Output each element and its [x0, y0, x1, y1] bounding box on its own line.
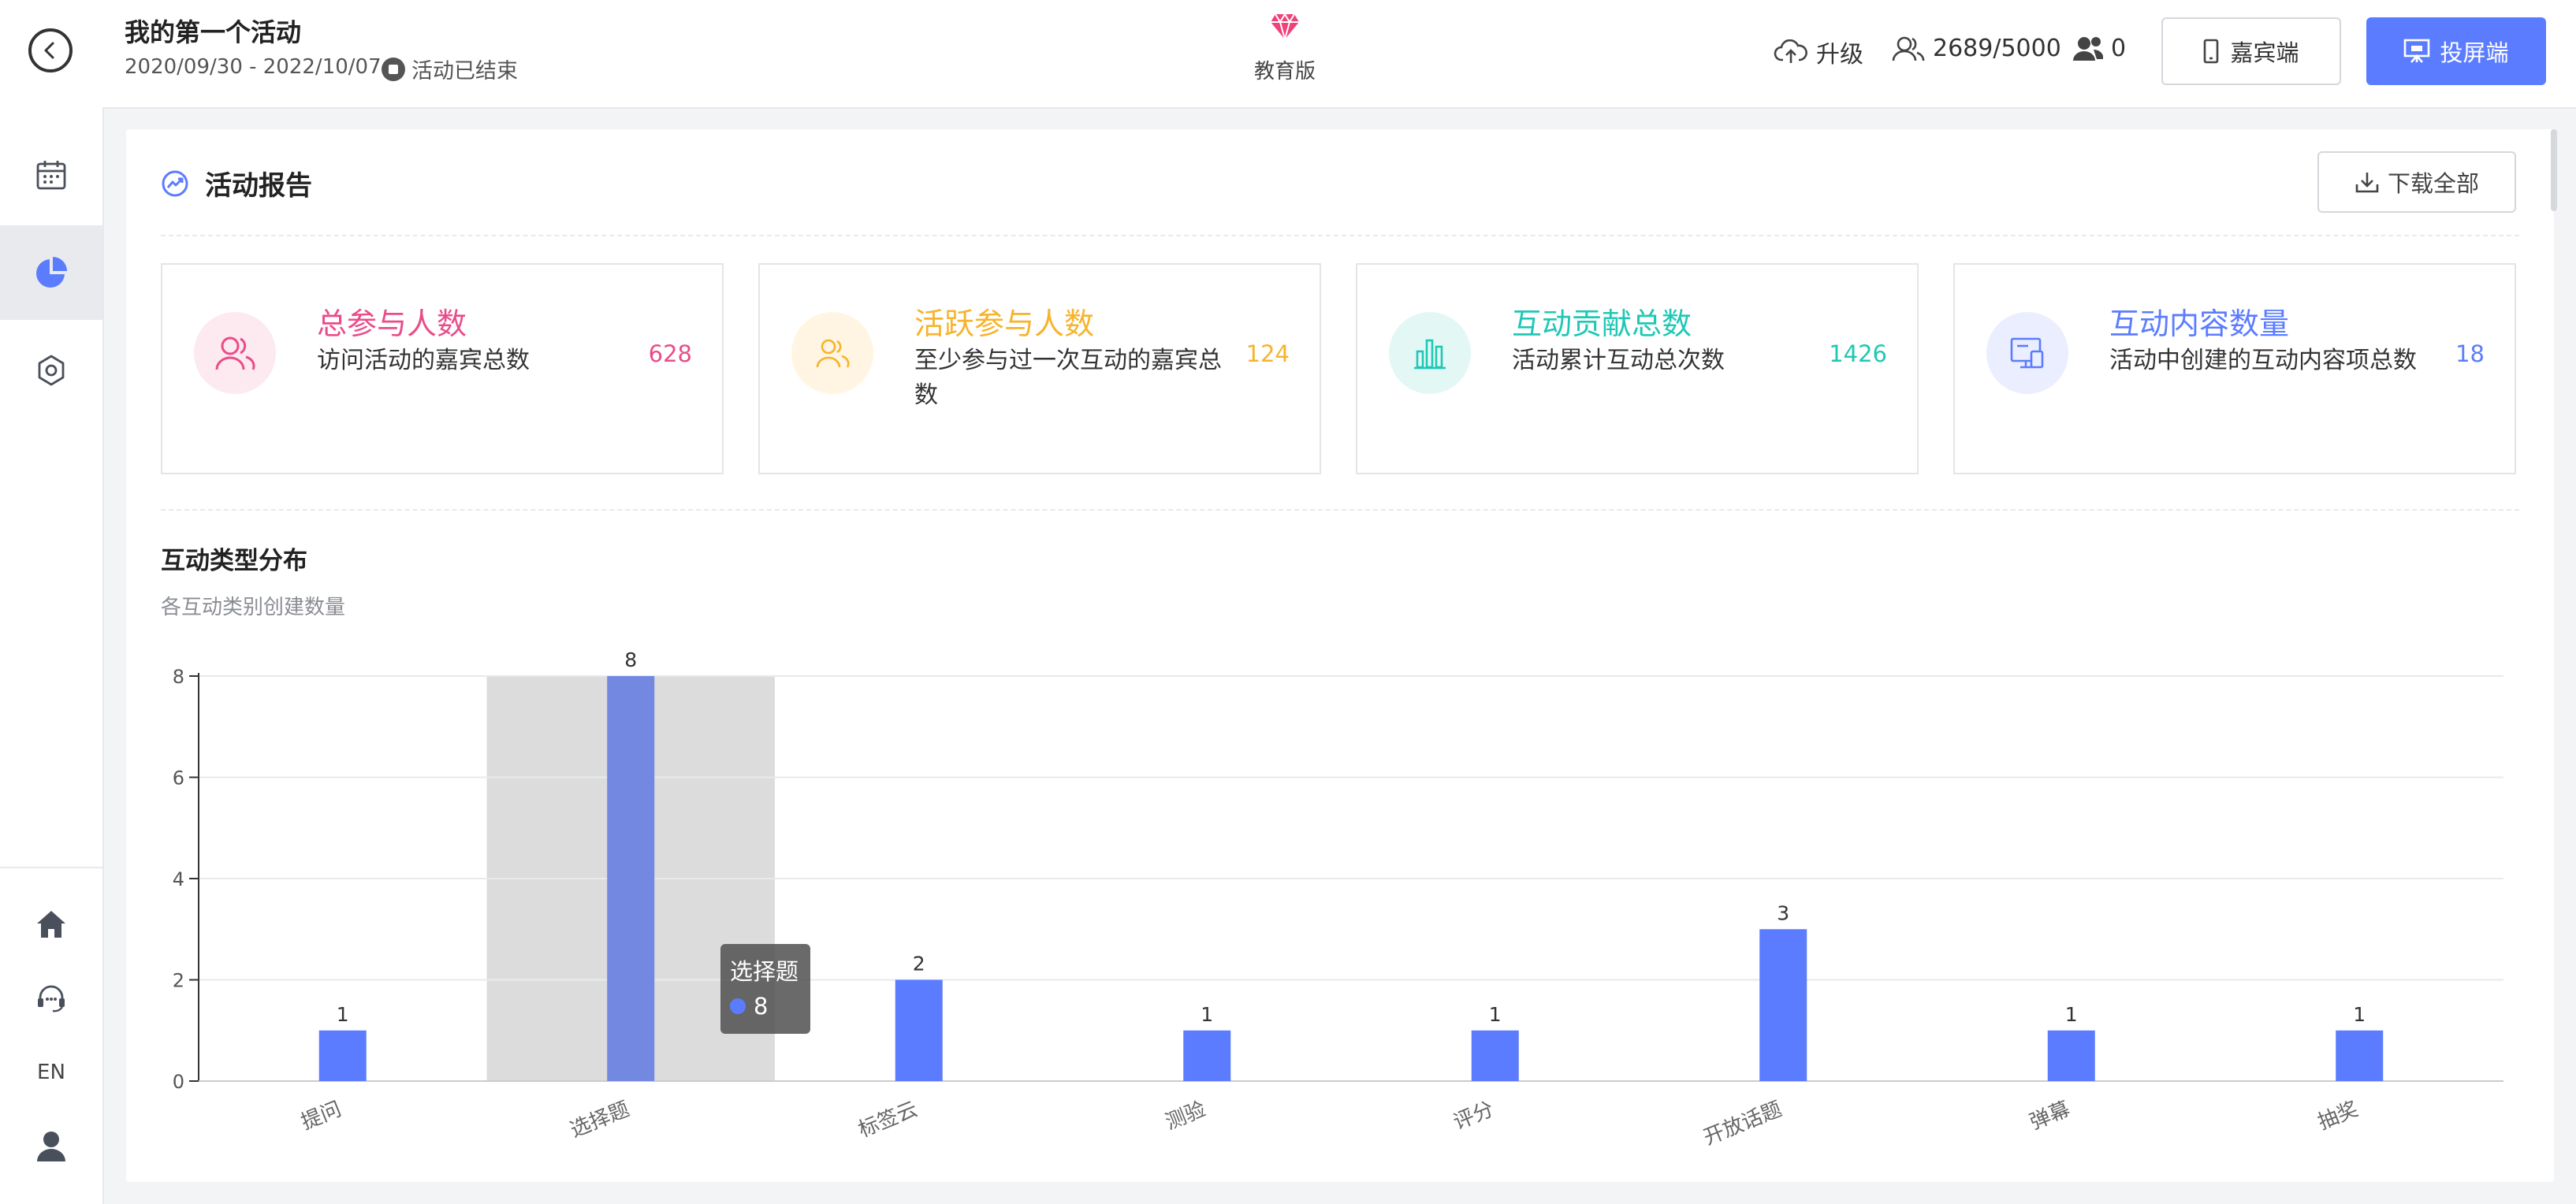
bar-value-label: 8: [624, 648, 637, 671]
bar-value-label: 1: [337, 1003, 349, 1026]
bar-value-label: 1: [1489, 1003, 1502, 1026]
bar: [1183, 1030, 1231, 1081]
bar: [2047, 1030, 2095, 1081]
bar: [318, 1030, 367, 1081]
bar: [1471, 1030, 1519, 1081]
bar: [1759, 929, 1807, 1081]
bar-value-label: 1: [2353, 1003, 2366, 1026]
y-tick-label: 8: [173, 666, 184, 688]
tooltip-label: 选择题: [730, 958, 799, 985]
bar-value-label: 1: [1201, 1003, 1213, 1026]
x-tick-label: 标签云: [855, 1098, 921, 1143]
bar: [2336, 1030, 2384, 1081]
tooltip-value: 8: [754, 993, 769, 1020]
series-dot: [730, 998, 746, 1014]
y-tick-label: 0: [173, 1071, 184, 1093]
x-tick-label: 开放话题: [1700, 1098, 1785, 1150]
x-tick-label: 提问: [298, 1098, 344, 1135]
x-tick-label: 抽奖: [2314, 1098, 2361, 1135]
bar-value-label: 3: [1777, 901, 1789, 924]
y-tick-label: 6: [173, 767, 184, 790]
x-tick-label: 测验: [1162, 1098, 1208, 1135]
bar-value-label: 1: [2065, 1003, 2078, 1026]
bar: [895, 979, 943, 1081]
y-tick-label: 4: [173, 868, 184, 890]
bar: [607, 676, 655, 1081]
tooltip-row: 8: [730, 993, 810, 1020]
x-tick-label: 评分: [1450, 1098, 1497, 1135]
x-tick-label: 选择题: [567, 1098, 633, 1143]
chart-tooltip: 选择题 8: [720, 944, 810, 1034]
y-tick-label: 2: [173, 970, 184, 992]
bar-chart[interactable]: 0 2 4 6 8 1 提问 8 选择题 2 标签云 1 测验 1 评分 3 开放话题 1 弹幕 1 抽奖: [0, 0, 2576, 1204]
x-tick-label: 弹幕: [2027, 1098, 2073, 1135]
bar-value-label: 2: [913, 953, 925, 975]
